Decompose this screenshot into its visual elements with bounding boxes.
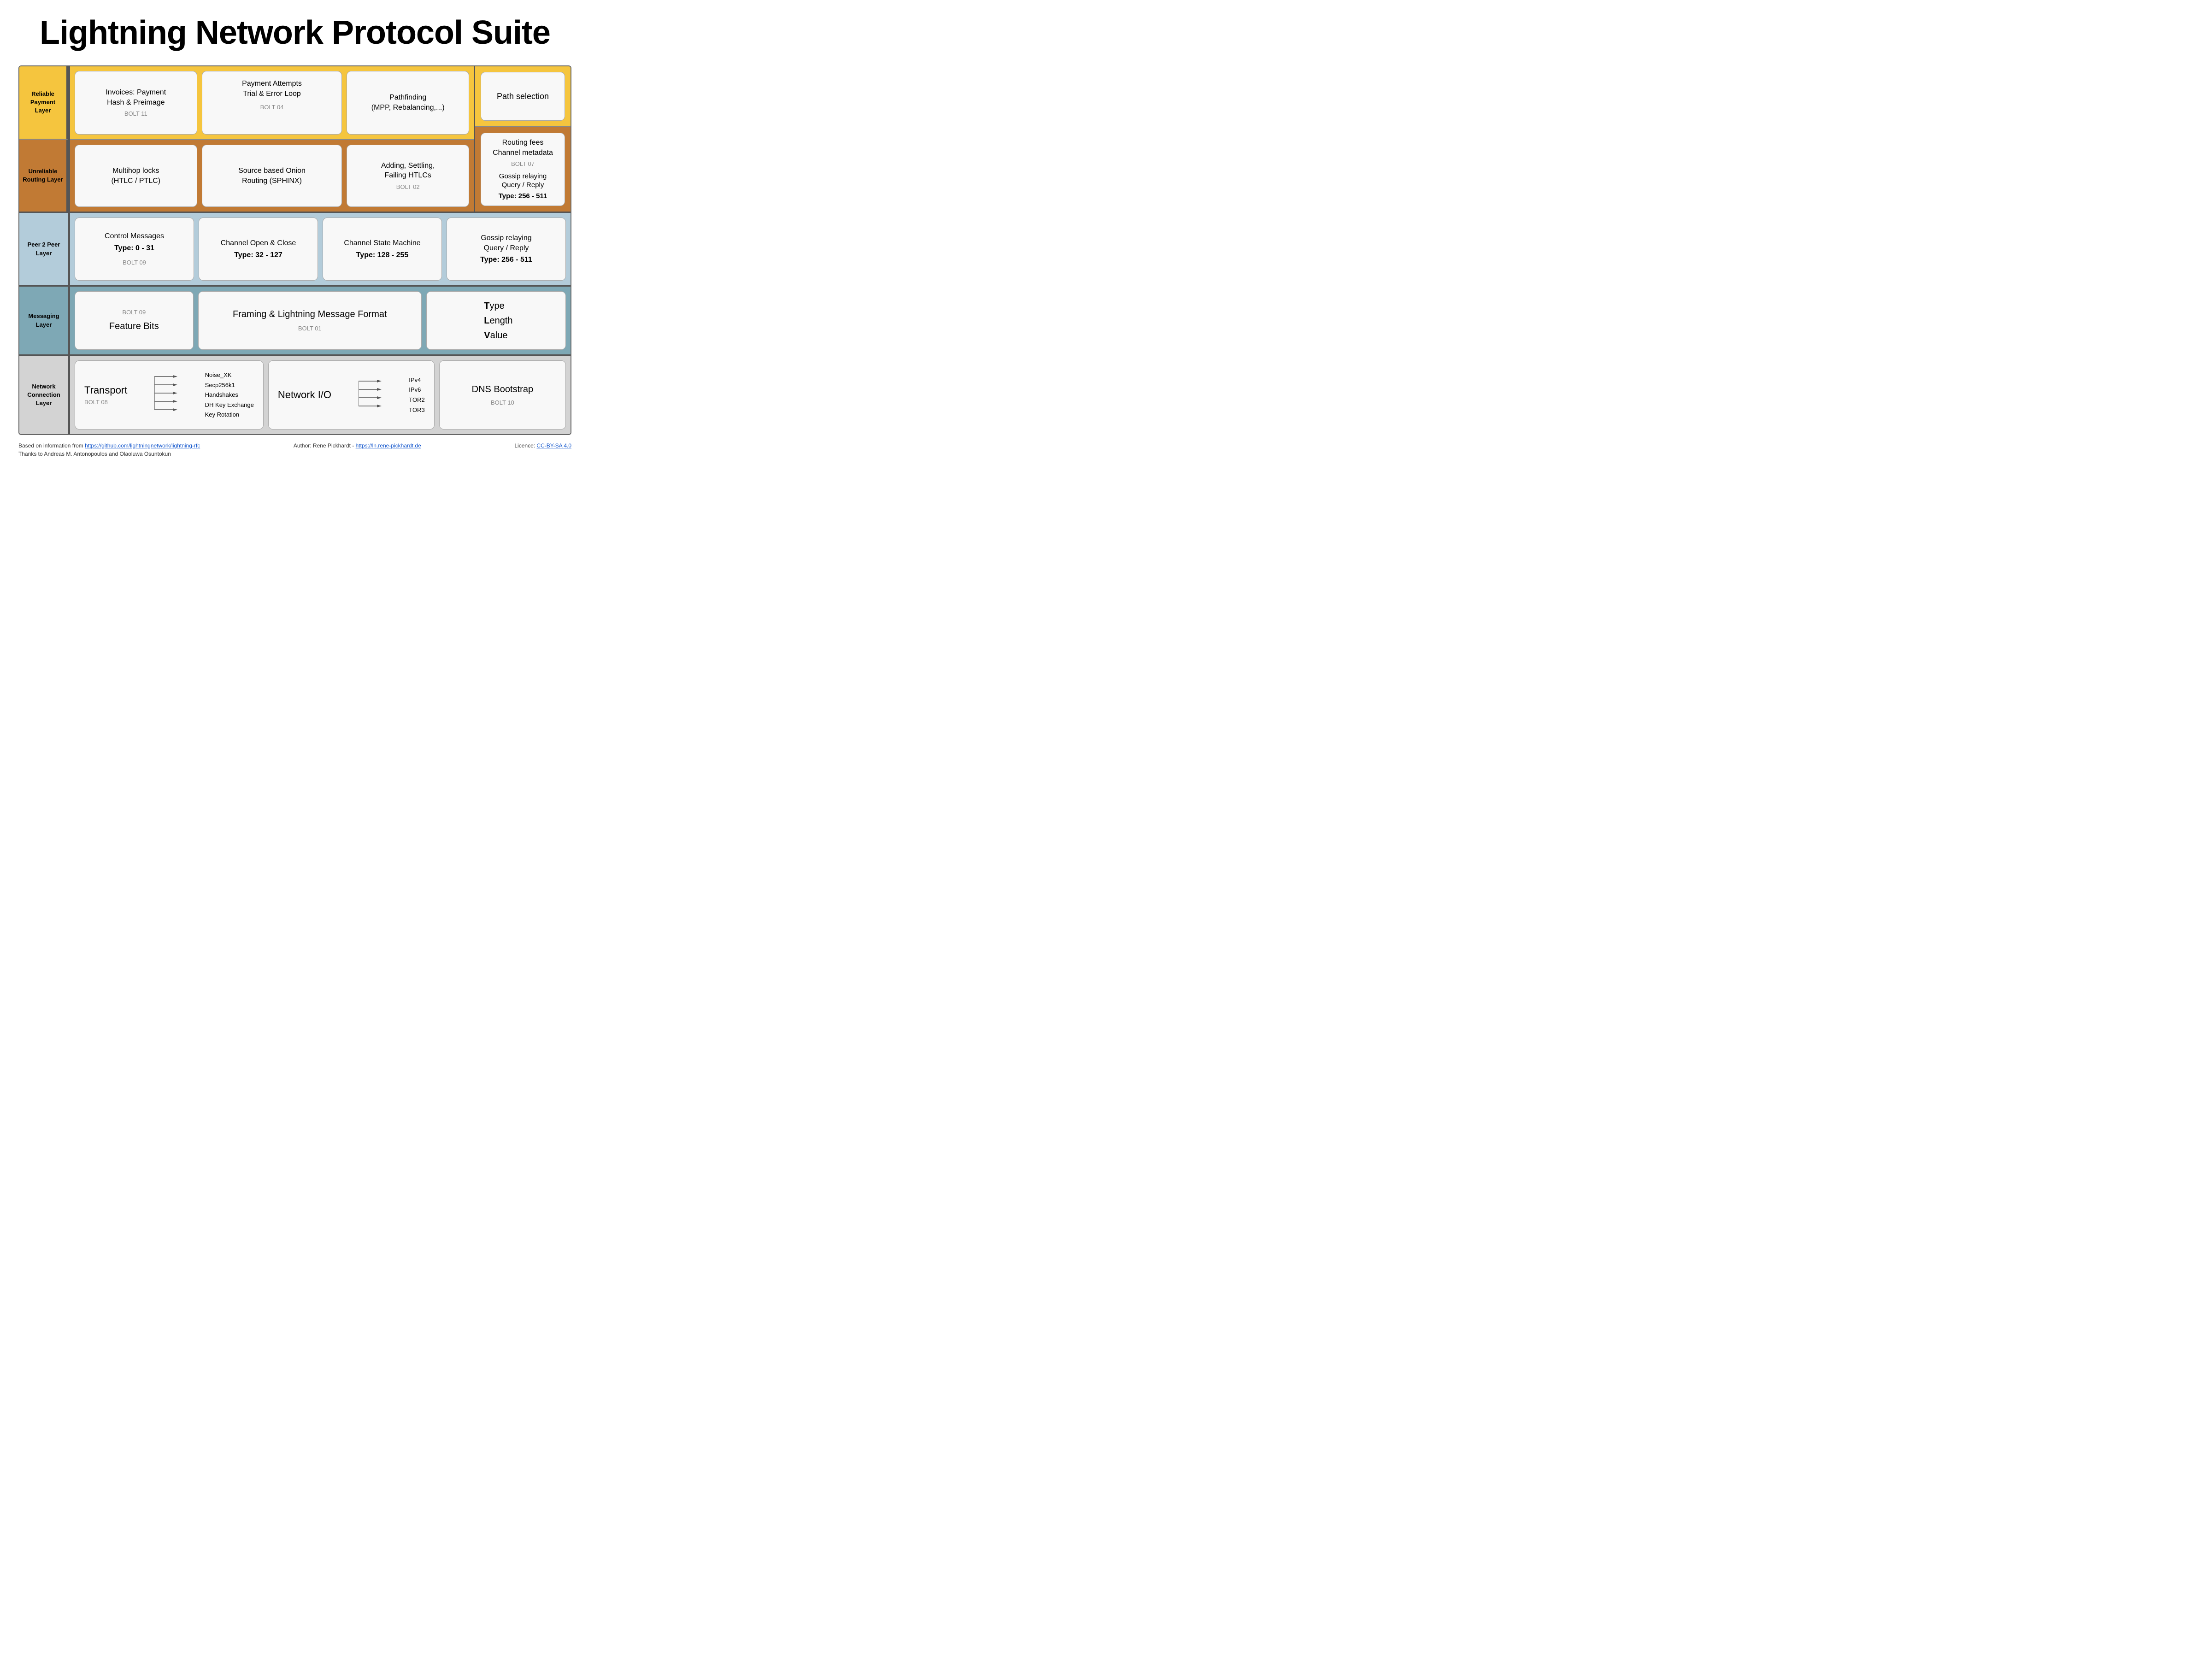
network-io-arrows (359, 377, 382, 413)
footer: Based on information from https://github… (18, 442, 571, 457)
payment-attempts-card: Payment AttemptsTrial & Error Loop BOLT … (202, 71, 342, 135)
gossip-card-p2p: Gossip relayingQuery / Reply Type: 256 -… (447, 218, 566, 281)
network-io-item-1: IPv4 (409, 376, 421, 384)
control-subtitle: BOLT 09 (123, 259, 146, 267)
framing-card: Framing & Lightning Message Format BOLT … (198, 291, 422, 350)
footer-center: Author: Rene Pickhardt - https://ln.rene… (294, 442, 421, 449)
transport-items: Noise_XK Secp256k1 Handshakes DH Key Exc… (205, 371, 254, 419)
footer-right: Licence: CC-BY-SA 4.0 (514, 442, 571, 449)
gossip-relay-type: Type: 256 - 511 (480, 255, 532, 265)
footer-license-link[interactable]: CC-BY-SA 4.0 (536, 442, 571, 449)
invoices-subtitle: BOLT 11 (124, 110, 147, 118)
sphinx-card: Source based OnionRouting (SPHINX) (202, 145, 342, 207)
control-type: Type: 0 - 31 (114, 243, 154, 253)
channel-state-title: Channel State Machine (344, 238, 420, 248)
feature-bolt-sub: BOLT 09 (122, 308, 146, 317)
footer-center-link[interactable]: https://ln.rene-pickhardt.de (356, 442, 421, 449)
routing-fees-section: Routing feesChannel metadata BOLT 07 Gos… (475, 127, 571, 212)
network-content: Transport BOLT 08 (70, 356, 571, 434)
transport-title: Transport (84, 383, 127, 397)
control-messages-card: Control Messages Type: 0 - 31 BOLT 09 (75, 218, 194, 281)
sphinx-title: Source based OnionRouting (SPHINX) (238, 166, 306, 186)
path-selection-card: Path selection (481, 72, 565, 121)
p2p-layer-label: Peer 2 PeerLayer (19, 213, 70, 285)
p2p-row: Peer 2 PeerLayer Control Messages Type: … (19, 213, 571, 287)
multihop-card: Multihop locks(HTLC / PTLC) (75, 145, 197, 207)
network-io-card: Network I/O IPv4 (268, 360, 435, 429)
p2p-content: Control Messages Type: 0 - 31 BOLT 09 Ch… (70, 213, 571, 285)
routing-fees-card: Routing feesChannel metadata BOLT 07 Gos… (481, 133, 565, 206)
payment-attempts-title: Payment AttemptsTrial & Error Loop (242, 79, 302, 99)
diagram: Reliable Payment Layer Unreliable Routin… (18, 65, 571, 435)
gossip-title: Gossip relayingQuery / Reply (499, 172, 547, 190)
messaging-content: BOLT 09 Feature Bits Framing & Lightning… (70, 287, 571, 354)
tlv-title: Type Length Value (479, 299, 512, 343)
transport-item-3: Handshakes (205, 391, 238, 399)
transport-card: Transport BOLT 08 (75, 360, 264, 429)
dns-title: DNS Bootstrap (472, 383, 533, 396)
transport-item-5: Key Rotation (205, 411, 239, 419)
feature-bits-title: Feature Bits (109, 320, 159, 333)
channel-open-card: Channel Open & Close Type: 32 - 127 (199, 218, 318, 281)
footer-left: Based on information from https://github… (18, 442, 200, 449)
tlv-card: Type Length Value (426, 291, 566, 350)
footer-thanks: Thanks to Andreas M. Antonopoulos and Ol… (18, 451, 571, 457)
unreliable-content: Multihop locks(HTLC / PTLC) Source based… (70, 140, 474, 212)
payment-attempts-subtitle: BOLT 04 (260, 103, 284, 112)
routing-fees-title: Routing feesChannel metadata (493, 138, 553, 158)
framing-subtitle: BOLT 01 (298, 324, 322, 333)
transport-arrows (154, 372, 177, 418)
messaging-layer-label: MessagingLayer (19, 287, 70, 354)
gossip-type: Type: 256 - 511 (499, 192, 547, 201)
unreliable-layer-label: Unreliable Routing Layer (19, 140, 68, 212)
htlc-card: Adding, Settling,Failing HTLCs BOLT 02 (347, 145, 469, 207)
network-io-items: IPv4 IPv6 TOR2 TOR3 (409, 376, 424, 414)
feature-bits-card: BOLT 09 Feature Bits (75, 291, 194, 350)
network-row: NetworkConnectionLayer Transport BOLT 08 (19, 356, 571, 434)
htlc-subtitle: BOLT 02 (396, 183, 420, 191)
channel-open-title: Channel Open & Close (221, 238, 296, 248)
invoices-card: Invoices: PaymentHash & Preimage BOLT 11 (75, 71, 197, 135)
control-title: Control Messages (105, 231, 164, 241)
reliable-layer-label: Reliable Payment Layer (19, 66, 68, 140)
page-title: Lightning Network Protocol Suite (18, 14, 571, 52)
network-io-title: Network I/O (278, 388, 331, 402)
framing-title: Framing & Lightning Message Format (233, 308, 387, 321)
reliable-content: Invoices: PaymentHash & Preimage BOLT 11… (70, 66, 474, 140)
right-panel-rows12: Path selection Routing feesChannel metad… (474, 66, 571, 212)
routing-fees-subtitle: BOLT 07 (511, 160, 535, 168)
pathfinding-title: Pathfinding(MPP, Rebalancing,...) (371, 93, 445, 112)
dns-card: DNS Bootstrap BOLT 10 (439, 360, 566, 429)
pathfinding-card: Pathfinding(MPP, Rebalancing,...) (347, 71, 469, 135)
channel-state-card: Channel State Machine Type: 128 - 255 (323, 218, 442, 281)
network-io-item-3: TOR2 (409, 396, 424, 404)
gossip-relay-title: Gossip relayingQuery / Reply (481, 233, 531, 253)
messaging-row: MessagingLayer BOLT 09 Feature Bits Fram… (19, 287, 571, 356)
transport-item-2: Secp256k1 (205, 381, 235, 389)
footer-right-text: Licence: (514, 442, 536, 449)
footer-left-link[interactable]: https://github.com/lightningnetwork/ligh… (85, 442, 200, 449)
transport-subtitle: BOLT 08 (84, 398, 108, 406)
network-layer-label: NetworkConnectionLayer (19, 356, 70, 434)
path-selection-title: Path selection (497, 91, 549, 102)
footer-center-text: Author: Rene Pickhardt - (294, 442, 356, 449)
invoices-title: Invoices: PaymentHash & Preimage (106, 88, 166, 107)
multihop-title: Multihop locks(HTLC / PTLC) (111, 166, 160, 186)
transport-item-4: DH Key Exchange (205, 401, 254, 409)
channel-open-type: Type: 32 - 127 (234, 250, 282, 260)
transport-item-1: Noise_XK (205, 371, 232, 379)
htlc-title: Adding, Settling,Failing HTLCs (381, 161, 435, 181)
network-io-item-2: IPv6 (409, 386, 421, 394)
channel-state-type: Type: 128 - 255 (356, 250, 409, 260)
path-selection-section: Path selection (475, 66, 571, 127)
footer-left-text: Based on information from (18, 442, 85, 449)
network-io-item-4: TOR3 (409, 406, 424, 414)
dns-subtitle: BOLT 10 (491, 399, 514, 407)
